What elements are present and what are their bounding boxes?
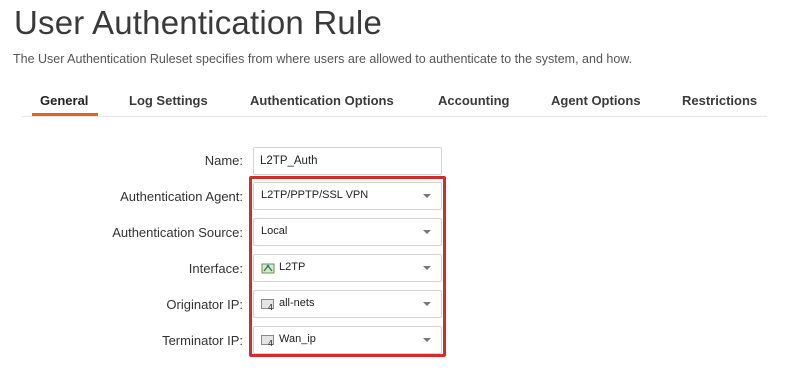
terminator-ip-label: Terminator IP: <box>162 333 243 348</box>
authentication-source-label: Authentication Source: <box>112 225 243 240</box>
tab-log-settings[interactable]: Log Settings <box>129 86 208 116</box>
authentication-agent-label: Authentication Agent: <box>120 189 243 204</box>
name-input[interactable] <box>253 147 442 175</box>
originator-ip-label: Originator IP: <box>166 297 243 312</box>
tab-restrictions[interactable]: Restrictions <box>682 86 757 116</box>
highlight-annotation-box <box>249 176 446 357</box>
interface-label: Interface: <box>188 261 243 276</box>
tab-agent-options[interactable]: Agent Options <box>551 86 641 116</box>
page-description: The User Authentication Ruleset specifie… <box>13 52 633 66</box>
name-label: Name: <box>204 153 243 168</box>
tab-divider <box>22 116 767 117</box>
tab-general[interactable]: General <box>40 86 88 116</box>
page-title: User Authentication Rule <box>14 4 383 41</box>
tab-authentication-options[interactable]: Authentication Options <box>250 86 394 116</box>
tab-accounting[interactable]: Accounting <box>438 86 510 116</box>
